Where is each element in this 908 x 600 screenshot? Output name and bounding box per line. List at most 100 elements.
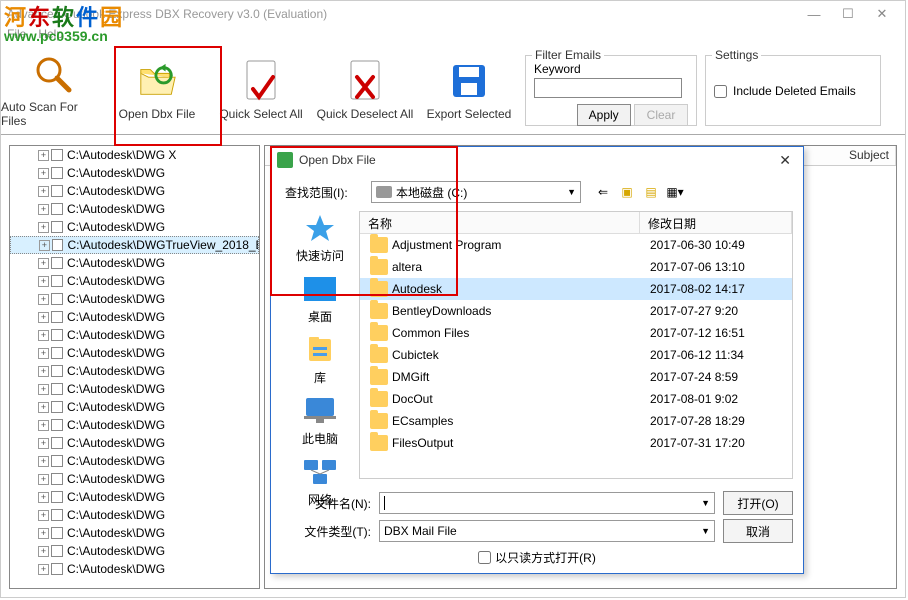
expand-icon[interactable]: + — [38, 294, 49, 305]
open-button[interactable]: 打开(O) — [723, 491, 793, 515]
new-folder-icon[interactable]: ▤ — [643, 184, 659, 200]
expand-icon[interactable]: + — [38, 312, 49, 323]
back-icon[interactable]: ⇐ — [595, 184, 611, 200]
tree-checkbox[interactable] — [51, 275, 63, 287]
expand-icon[interactable]: + — [38, 564, 49, 575]
dialog-close-button[interactable]: ✕ — [773, 152, 797, 169]
expand-icon[interactable]: + — [38, 330, 49, 341]
apply-button[interactable]: Apply — [577, 104, 631, 126]
tree-checkbox[interactable] — [51, 149, 63, 161]
tree-checkbox[interactable] — [51, 527, 63, 539]
tree-checkbox[interactable] — [51, 473, 63, 485]
menu-file[interactable]: File — [7, 27, 26, 47]
deselect-all-button[interactable]: Quick Deselect All — [313, 47, 417, 135]
auto-scan-button[interactable]: Auto Scan For Files — [1, 47, 105, 135]
tree-checkbox[interactable] — [52, 239, 64, 251]
file-header-date[interactable]: 修改日期 — [640, 212, 792, 233]
file-row[interactable]: Adjustment Program2017-06-30 10:49 — [360, 234, 792, 256]
tree-checkbox[interactable] — [51, 491, 63, 503]
expand-icon[interactable]: + — [38, 456, 49, 467]
expand-icon[interactable]: + — [38, 276, 49, 287]
file-row[interactable]: ECsamples2017-07-28 18:29 — [360, 410, 792, 432]
tree-item[interactable]: +C:\Autodesk\DWG — [10, 506, 259, 524]
place-this-pc[interactable]: 此电脑 — [281, 394, 359, 447]
tree-item[interactable]: +C:\Autodesk\DWG — [10, 524, 259, 542]
expand-icon[interactable]: + — [38, 420, 49, 431]
place-desktop[interactable]: 桌面 — [281, 272, 359, 325]
tree-item[interactable]: +C:\Autodesk\DWGTrueView_2018_E — [10, 236, 259, 254]
file-header-name[interactable]: 名称 — [360, 212, 640, 233]
expand-icon[interactable]: + — [38, 150, 49, 161]
file-row[interactable]: FilesOutput2017-07-31 17:20 — [360, 432, 792, 454]
menu-help[interactable]: Help — [38, 27, 63, 47]
tree-checkbox[interactable] — [51, 167, 63, 179]
tree-item[interactable]: +C:\Autodesk\DWG — [10, 560, 259, 578]
view-menu-icon[interactable]: ▦▾ — [667, 184, 683, 200]
tree-item[interactable]: +C:\Autodesk\DWG X — [10, 146, 259, 164]
expand-icon[interactable]: + — [38, 186, 49, 197]
tree-item[interactable]: +C:\Autodesk\DWG — [10, 254, 259, 272]
tree-item[interactable]: +C:\Autodesk\DWG — [10, 398, 259, 416]
tree-checkbox[interactable] — [51, 419, 63, 431]
file-row[interactable]: BentleyDownloads2017-07-27 9:20 — [360, 300, 792, 322]
expand-icon[interactable]: + — [38, 168, 49, 179]
tree-item[interactable]: +C:\Autodesk\DWG — [10, 344, 259, 362]
tree-checkbox[interactable] — [51, 437, 63, 449]
readonly-checkbox[interactable] — [478, 551, 491, 564]
tree-item[interactable]: +C:\Autodesk\DWG — [10, 200, 259, 218]
file-row[interactable]: DocOut2017-08-01 9:02 — [360, 388, 792, 410]
expand-icon[interactable]: + — [38, 366, 49, 377]
filename-input[interactable]: ▼ — [379, 492, 715, 514]
tree-item[interactable]: +C:\Autodesk\DWG — [10, 362, 259, 380]
tree-item[interactable]: +C:\Autodesk\DWG — [10, 308, 259, 326]
tree-panel[interactable]: +C:\Autodesk\DWG X+C:\Autodesk\DWG+C:\Au… — [9, 145, 260, 589]
tree-checkbox[interactable] — [51, 347, 63, 359]
file-list[interactable]: Adjustment Program2017-06-30 10:49altera… — [360, 234, 792, 478]
tree-checkbox[interactable] — [51, 401, 63, 413]
file-row[interactable]: Autodesk2017-08-02 14:17 — [360, 278, 792, 300]
include-deleted-input[interactable] — [714, 85, 727, 98]
tree-checkbox[interactable] — [51, 203, 63, 215]
tree-item[interactable]: +C:\Autodesk\DWG — [10, 164, 259, 182]
export-button[interactable]: Export Selected — [417, 47, 521, 135]
tree-checkbox[interactable] — [51, 545, 63, 557]
expand-icon[interactable]: + — [38, 510, 49, 521]
tree-checkbox[interactable] — [51, 185, 63, 197]
tree-item[interactable]: +C:\Autodesk\DWG — [10, 182, 259, 200]
tree-item[interactable]: +C:\Autodesk\DWG — [10, 452, 259, 470]
tree-checkbox[interactable] — [51, 509, 63, 521]
tree-item[interactable]: +C:\Autodesk\DWG — [10, 380, 259, 398]
expand-icon[interactable]: + — [38, 204, 49, 215]
tree-item[interactable]: +C:\Autodesk\DWG — [10, 416, 259, 434]
expand-icon[interactable]: + — [38, 528, 49, 539]
tree-item[interactable]: +C:\Autodesk\DWG — [10, 542, 259, 560]
tree-item[interactable]: +C:\Autodesk\DWG — [10, 470, 259, 488]
tree-item[interactable]: +C:\Autodesk\DWG — [10, 326, 259, 344]
tree-checkbox[interactable] — [51, 257, 63, 269]
tree-item[interactable]: +C:\Autodesk\DWG — [10, 272, 259, 290]
tree-item[interactable]: +C:\Autodesk\DWG — [10, 218, 259, 236]
open-dbx-button[interactable]: Open Dbx File — [105, 47, 209, 135]
file-row[interactable]: altera2017-07-06 13:10 — [360, 256, 792, 278]
maximize-button[interactable]: ☐ — [831, 6, 865, 22]
tree-checkbox[interactable] — [51, 293, 63, 305]
file-row[interactable]: Cubictek2017-06-12 11:34 — [360, 344, 792, 366]
tree-item[interactable]: +C:\Autodesk\DWG — [10, 434, 259, 452]
tree-item[interactable]: +C:\Autodesk\DWG — [10, 290, 259, 308]
up-folder-icon[interactable]: ▣ — [619, 184, 635, 200]
place-libraries[interactable]: 库 — [281, 333, 359, 386]
lookin-combo[interactable]: 本地磁盘 (C:) ▼ — [371, 181, 581, 203]
close-button[interactable]: ✕ — [865, 6, 899, 22]
filetype-combo[interactable]: DBX Mail File▼ — [379, 520, 715, 542]
expand-icon[interactable]: + — [38, 258, 49, 269]
expand-icon[interactable]: + — [38, 474, 49, 485]
expand-icon[interactable]: + — [38, 492, 49, 503]
tree-checkbox[interactable] — [51, 455, 63, 467]
tree-checkbox[interactable] — [51, 383, 63, 395]
tree-checkbox[interactable] — [51, 365, 63, 377]
tree-checkbox[interactable] — [51, 563, 63, 575]
place-quick-access[interactable]: 快速访问 — [281, 211, 359, 264]
expand-icon[interactable]: + — [39, 240, 50, 251]
expand-icon[interactable]: + — [38, 348, 49, 359]
select-all-button[interactable]: Quick Select All — [209, 47, 313, 135]
